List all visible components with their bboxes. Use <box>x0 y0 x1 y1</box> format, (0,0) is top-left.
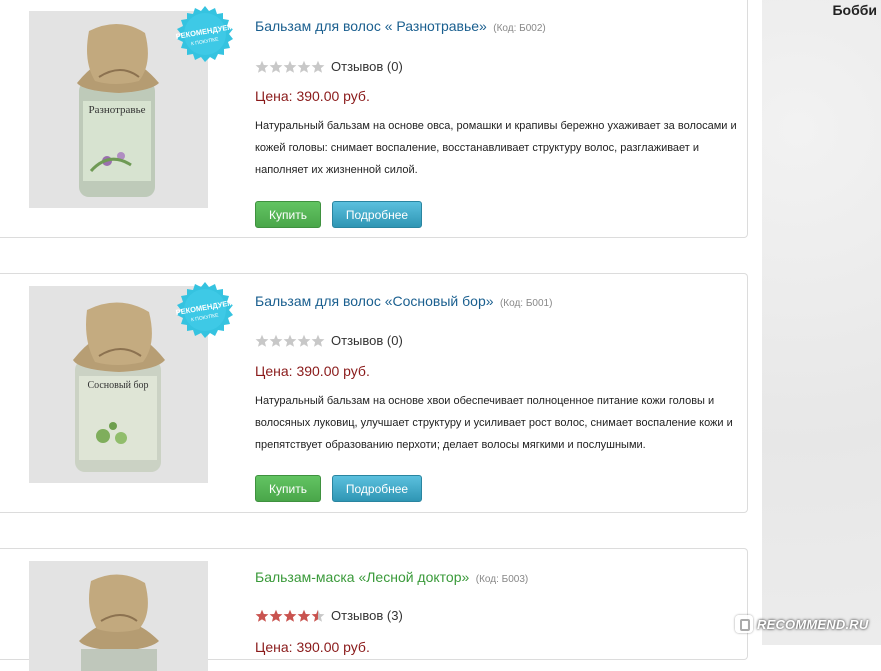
product-code: (Код: Б003) <box>475 574 529 585</box>
star-icon <box>269 334 283 347</box>
rating-stars[interactable] <box>255 60 325 74</box>
reviews-link[interactable]: Отзывов (0) <box>331 333 403 348</box>
star-icon <box>255 60 269 73</box>
product-image[interactable] <box>29 561 208 671</box>
watermark-text: RECOMMEND.RU <box>757 616 869 632</box>
rating-stars[interactable] <box>255 334 325 348</box>
product-title-link[interactable]: Бальзам для волос «Сосновый бор» <box>255 293 494 309</box>
product-title-row: Бальзам-маска «Лесной доктор» (Код: Б003… <box>255 569 528 587</box>
star-icon <box>311 60 325 73</box>
product-description: Натуральный бальзам на основе хвои обесп… <box>255 395 733 451</box>
star-icon <box>297 334 311 347</box>
reviews-link[interactable]: Отзывов (3) <box>331 608 403 623</box>
buy-button[interactable]: Купить <box>255 201 321 228</box>
star-icon <box>255 334 269 347</box>
product-title-link[interactable]: Бальзам-маска «Лесной доктор» <box>255 569 469 585</box>
product-code: (Код: Б001) <box>499 298 553 309</box>
star-icon <box>255 609 269 622</box>
user-name[interactable]: Бобби <box>832 2 877 18</box>
star-icon <box>297 609 311 622</box>
star-icon <box>269 609 283 622</box>
product-card: Бальзам-маска «Лесной доктор» (Код: Б003… <box>0 548 748 671</box>
product-title-row: Бальзам для волос « Разнотравье» (Код: Б… <box>255 18 546 36</box>
bottle-label: Разнотравье <box>88 104 145 116</box>
product-price: Цена: 390.00 руб. <box>255 88 370 104</box>
product-description: Натуральный бальзам на основе овса, рома… <box>255 120 737 176</box>
watermark: RECOMMEND.RU <box>735 610 881 638</box>
bottle-label: Сосновый бор <box>87 380 148 391</box>
star-icon <box>283 609 297 622</box>
star-icon <box>283 334 297 347</box>
buy-button[interactable]: Купить <box>255 475 321 502</box>
details-button[interactable]: Подробнее <box>332 475 422 502</box>
product-title-link[interactable]: Бальзам для волос « Разнотравье» <box>255 18 487 34</box>
star-icon <box>297 60 311 73</box>
product-card: Сосновый бор РЕКОМЕНДУЕМ К ПОКУПКЕ Бальз… <box>0 273 748 513</box>
recommend-logo-icon <box>735 615 753 633</box>
rating-row: Отзывов (0) <box>255 333 403 348</box>
right-sidebar: Бобби <box>762 0 881 645</box>
rating-row: Отзывов (0) <box>255 59 403 74</box>
rating-row: Отзывов (3) <box>255 608 403 623</box>
star-icon <box>283 60 297 73</box>
product-price: Цена: 390.00 руб. <box>255 639 370 655</box>
product-card: Разнотравье РЕКОМЕНДУЕМ К ПОКУПКЕ Бальза… <box>0 0 748 238</box>
recommended-badge: РЕКОМЕНДУЕМ К ПОКУПКЕ <box>175 6 235 66</box>
product-price: Цена: 390.00 руб. <box>255 363 370 379</box>
star-icon <box>311 334 325 347</box>
product-title-row: Бальзам для волос «Сосновый бор» (Код: Б… <box>255 293 552 311</box>
rating-stars[interactable] <box>255 609 325 623</box>
details-button[interactable]: Подробнее <box>332 201 422 228</box>
recommended-badge: РЕКОМЕНДУЕМ К ПОКУПКЕ <box>175 282 235 342</box>
star-icon <box>269 60 283 73</box>
star-icon <box>311 609 325 622</box>
reviews-link[interactable]: Отзывов (0) <box>331 59 403 74</box>
product-code: (Код: Б002) <box>493 23 546 34</box>
